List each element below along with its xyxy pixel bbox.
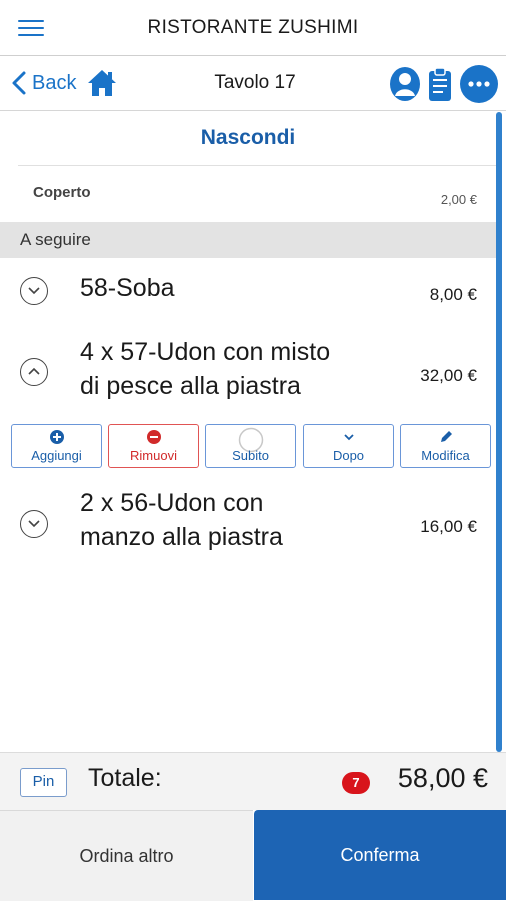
order-item-name[interactable]: 58-Soba <box>80 271 175 305</box>
later-button-label: Dopo <box>332 448 365 463</box>
remove-button-label: Rimuovi <box>130 448 177 463</box>
collapse-toggle[interactable] <box>20 358 48 386</box>
divider <box>18 165 496 166</box>
plus-circle-icon <box>49 430 64 444</box>
chevron-down-icon <box>28 287 40 295</box>
table-title: Tavolo 17 <box>214 72 296 93</box>
user-icon[interactable] <box>388 65 422 103</box>
order-item-name[interactable]: 2 x 56-Udon con manzo alla piastra <box>80 486 283 554</box>
pencil-icon <box>440 431 452 442</box>
pin-button[interactable]: Pin <box>20 768 67 797</box>
item-count-badge: 7 <box>342 772 370 794</box>
expand-toggle[interactable] <box>20 277 48 305</box>
cover-label: Coperto <box>33 184 91 201</box>
order-item-price: 16,00 € <box>420 517 477 536</box>
chevron-up-icon <box>28 367 40 375</box>
nav-bar: Back Tavolo 17 <box>0 56 506 111</box>
chevron-left-icon <box>12 71 26 95</box>
total-label: Totale: <box>88 764 162 792</box>
cover-price: 2,00 € <box>440 192 477 207</box>
back-button[interactable]: Back <box>8 68 76 98</box>
home-icon[interactable] <box>86 68 118 98</box>
expand-toggle[interactable] <box>20 510 48 538</box>
chevron-down-icon <box>343 434 354 441</box>
later-button[interactable]: Dopo <box>303 424 394 468</box>
remove-button[interactable]: Rimuovi <box>108 424 199 468</box>
order-item-name-line: di pesce alla piastra <box>80 372 301 400</box>
minus-circle-icon <box>146 430 161 444</box>
hide-button[interactable]: Nascondi <box>0 112 496 164</box>
order-item-name-line: 4 x 57-Udon con misto <box>80 338 331 366</box>
order-item-name[interactable]: 4 x 57-Udon con misto di pesce alla pias… <box>80 335 330 403</box>
order-item-name-line: manzo alla piastra <box>80 523 283 551</box>
section-title: A seguire <box>20 230 91 249</box>
edit-button-label: Modifica <box>421 448 470 463</box>
add-button[interactable]: Aggiungi <box>11 424 102 468</box>
add-button-label: Aggiungi <box>31 448 82 463</box>
top-bar: RISTORANTE ZUSHIMI <box>0 0 506 56</box>
now-button-label: Subito <box>232 448 269 463</box>
back-label: Back <box>32 71 77 94</box>
totals-bar: Pin Totale: 7 58,00 € <box>0 752 506 810</box>
order-item-price: 32,00 € <box>420 366 477 385</box>
chevron-down-icon <box>28 520 40 528</box>
more-icon[interactable] <box>460 65 498 103</box>
order-more-button[interactable]: Ordina altro <box>0 810 253 901</box>
scroll-indicator[interactable] <box>496 112 502 752</box>
now-button[interactable]: Subito <box>205 424 296 468</box>
dots-icon <box>468 81 490 87</box>
clipboard-icon[interactable] <box>423 65 457 103</box>
order-item-name-line: 2 x 56-Udon con <box>80 489 264 517</box>
edit-button[interactable]: Modifica <box>400 424 491 468</box>
app-title: RISTORANTE ZUSHIMI <box>147 17 359 38</box>
confirm-button[interactable]: Conferma <box>254 810 506 900</box>
total-amount: 58,00 € <box>397 763 488 793</box>
section-header: A seguire <box>0 222 496 258</box>
order-item-price: 8,00 € <box>429 285 477 304</box>
